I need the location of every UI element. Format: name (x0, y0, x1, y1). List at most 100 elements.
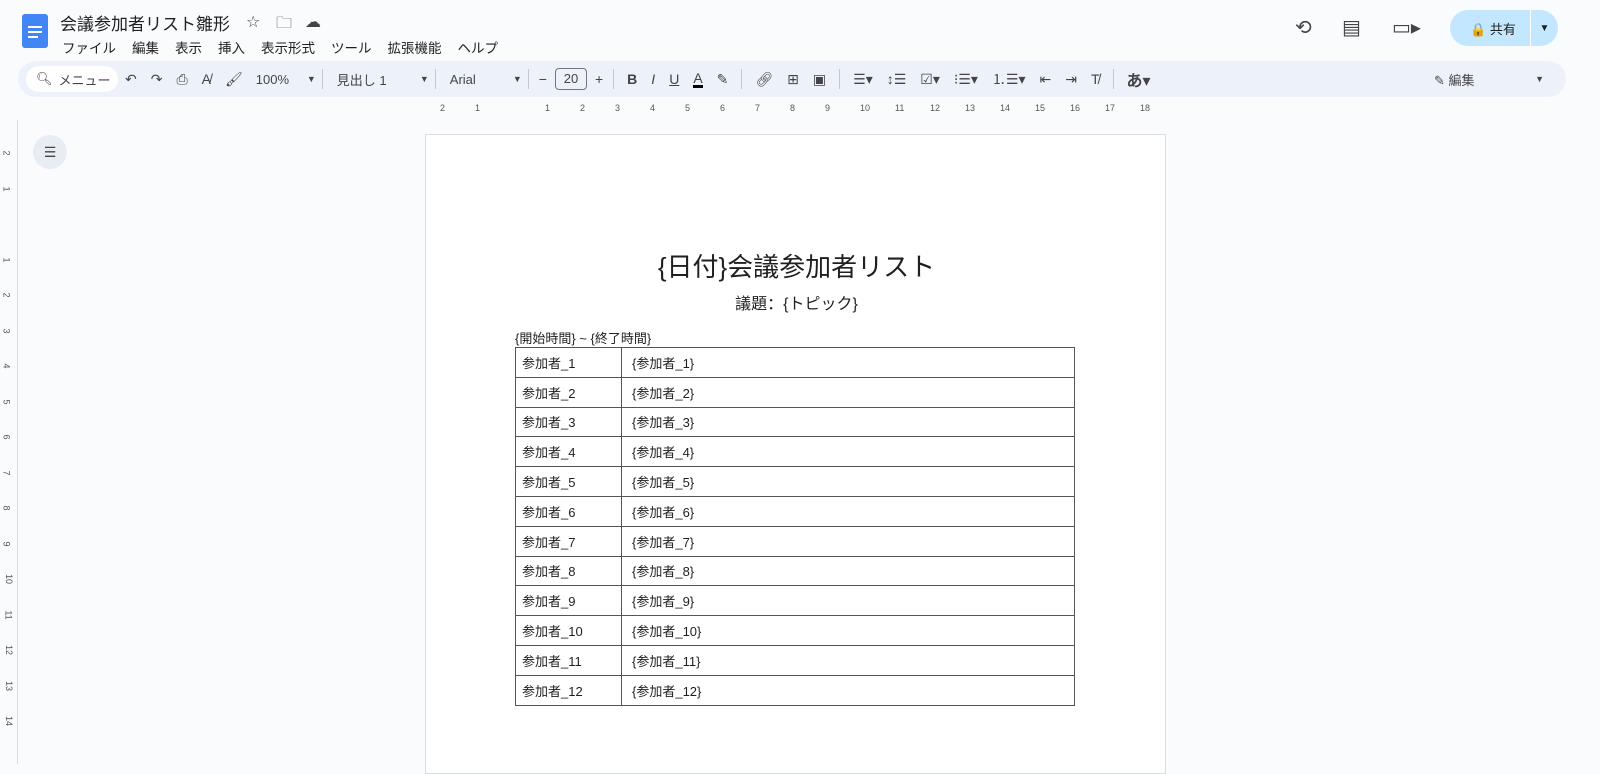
bold-icon[interactable]: B (627, 71, 637, 87)
mode-select[interactable]: ✎ 編集 ▼ (1434, 70, 1544, 89)
font-select[interactable]: Arial ▼ (442, 72, 522, 87)
print-icon[interactable]: ⎙ (176, 71, 187, 88)
participant-label-cell[interactable]: 参加者_1 (515, 347, 622, 378)
highlight-icon[interactable]: ✎ (717, 71, 729, 88)
bullet-list-icon[interactable]: ⁝☰▾ (954, 71, 978, 88)
decrease-font-icon[interactable]: − (539, 71, 547, 87)
insert-image-icon[interactable]: ▣ (813, 71, 826, 88)
underline-icon[interactable]: U (669, 71, 679, 87)
style-select[interactable]: 見出し 1 ▼ (329, 70, 429, 89)
ruler-tick: 14 (1000, 103, 1011, 113)
ruler-tick: 18 (1140, 103, 1151, 113)
align-icon[interactable]: ☰▾ (853, 71, 873, 88)
redo-icon[interactable]: ↷ (151, 71, 163, 88)
participant-table: 参加者_1 {参加者_1} 参加者_2 {参加者_2} 参加者_3 {参加者_3} 参加者_… (515, 347, 1075, 706)
ruler-tick: 6 (720, 103, 726, 113)
participant-value-cell[interactable]: {参加者_1} (621, 347, 1075, 378)
time-range: {開始時間} ~ {終了時間} (515, 331, 652, 346)
zoom-select[interactable]: 100% ▼ (256, 72, 316, 87)
ruler-tick: 8 (790, 103, 796, 113)
menu-item[interactable]: ヘルプ (458, 37, 499, 57)
menu-item[interactable]: 拡張機能 (388, 37, 442, 57)
participant-label-cell[interactable]: 参加者_7 (515, 525, 622, 557)
participant-value-cell[interactable]: {参加者_12} (621, 674, 1075, 706)
comments-icon[interactable]: ▤ (1342, 15, 1361, 40)
font-value: Arial (449, 71, 476, 87)
search-icon: 🔍︎ (36, 71, 53, 86)
participant-value-cell[interactable]: {参加者_8} (621, 555, 1075, 587)
menu-item[interactable]: 挿入 (218, 37, 245, 57)
ruler-tick: 17 (1105, 103, 1116, 113)
participant-label-cell[interactable]: 参加者_4 (515, 436, 622, 468)
vertical-ruler[interactable]: 2 1 1 2 3 4 5 6 7 8 9 10 11 12 13 14 (0, 120, 18, 764)
participant-value-cell[interactable]: {参加者_7} (621, 525, 1075, 557)
numbered-list-icon[interactable]: ⒈☰▾ (992, 69, 1026, 89)
meet-icon[interactable]: ▭▸ (1392, 15, 1421, 40)
decrease-indent-icon[interactable]: ⇤ (1039, 71, 1051, 88)
history-icon[interactable]: ⟲ (1295, 15, 1312, 40)
document-title[interactable]: 会議参加者リスト雛形 (60, 10, 230, 35)
participant-value-cell[interactable]: {参加者_4} (621, 436, 1075, 468)
ruler-tick: 10 (4, 573, 15, 585)
table-row: 参加者_3 {参加者_3} (515, 406, 1075, 438)
link-icon[interactable]: 🔗︎ (755, 71, 773, 88)
ruler-tick: 1 (545, 103, 551, 113)
clear-formatting-icon[interactable]: T̸ (1091, 71, 1100, 87)
participant-value-cell[interactable]: {参加者_9} (621, 585, 1075, 617)
menu-item[interactable]: ツール (331, 37, 372, 57)
line-spacing-icon[interactable]: ↕☰ (887, 71, 907, 88)
participant-label-cell[interactable]: 参加者_8 (515, 555, 622, 587)
document-page[interactable]: {日付}会議参加者リスト 議題：{トピック} {開始時間} ~ {終了時間} 参… (425, 134, 1166, 774)
ruler-tick: 3 (615, 103, 621, 113)
participant-label-cell[interactable]: 参加者_9 (515, 585, 622, 617)
participant-label-cell[interactable]: 参加者_6 (515, 495, 622, 527)
spellcheck-icon[interactable]: A̸ (202, 71, 211, 87)
menu-item[interactable]: 表示形式 (261, 37, 315, 57)
ruler-tick: 11 (3, 609, 14, 620)
share-label: 共有 (1489, 21, 1516, 37)
menu-item[interactable]: 編集 (132, 37, 159, 57)
menu-item[interactable]: ファイル (62, 37, 116, 57)
ruler-tick: 6 (1, 434, 12, 440)
share-dropdown-icon[interactable]: ▼ (1530, 10, 1558, 46)
participant-value-cell[interactable]: {参加者_11} (621, 644, 1075, 676)
participant-label-cell[interactable]: 参加者_5 (515, 466, 622, 497)
share-button[interactable]: 🔒 共有 ▼ (1450, 10, 1558, 46)
table-row: 参加者_2 {参加者_2} (515, 376, 1075, 408)
ruler-tick: 15 (1035, 103, 1046, 113)
participant-label-cell[interactable]: 参加者_11 (515, 644, 622, 676)
docs-logo-icon[interactable] (22, 14, 48, 48)
ruler-tick: 7 (755, 103, 761, 113)
input-tools-button[interactable]: あ▾ (1127, 67, 1151, 91)
table-row: 参加者_10 {参加者_10} (515, 615, 1075, 646)
participant-value-cell[interactable]: {参加者_2} (621, 376, 1075, 408)
participant-label-cell[interactable]: 参加者_2 (515, 376, 622, 408)
menu-item[interactable]: 表示 (175, 37, 202, 57)
outline-toggle-icon[interactable]: ☰ (33, 135, 67, 169)
participant-label-cell[interactable]: 参加者_3 (515, 406, 622, 438)
increase-font-icon[interactable]: + (595, 71, 603, 87)
horizontal-ruler[interactable]: 2 1 1 2 3 4 5 6 7 8 9 10 11 12 13 14 15 16 17 18 (425, 103, 1165, 119)
cloud-saved-icon[interactable]: ☁ (305, 12, 321, 32)
move-folder-icon[interactable]: 🗀 (276, 12, 292, 39)
increase-indent-icon[interactable]: ⇥ (1065, 71, 1077, 88)
ruler-tick: 12 (4, 644, 15, 656)
italic-icon[interactable]: I (651, 71, 655, 87)
participant-value-cell[interactable]: {参加者_6} (621, 495, 1075, 527)
add-comment-icon[interactable]: ⊞ (787, 71, 799, 88)
text-color-icon[interactable]: A (693, 71, 703, 88)
participant-label-cell[interactable]: 参加者_12 (515, 674, 622, 706)
participant-value-cell[interactable]: {参加者_10} (621, 615, 1075, 646)
table-row: 参加者_12 {参加者_12} (515, 674, 1075, 706)
participant-label-cell[interactable]: 参加者_10 (515, 615, 622, 646)
menu-bar: ファイル 編集 表示 挿入 表示形式 ツール 拡張機能 ヘルプ (62, 37, 498, 57)
undo-icon[interactable]: ↶ (125, 71, 137, 88)
participant-value-cell[interactable]: {参加者_5} (621, 466, 1075, 497)
paint-format-icon[interactable]: 🖌︎ (225, 71, 243, 88)
star-icon[interactable]: ☆ (246, 12, 260, 32)
checklist-icon[interactable]: ☑▾ (920, 71, 940, 88)
participant-value-cell[interactable]: {参加者_3} (621, 406, 1075, 438)
font-size-input[interactable]: 20 (554, 68, 587, 90)
ruler-tick: 2 (1, 150, 12, 156)
menu-search[interactable]: 🔍︎ メニュー (26, 66, 118, 92)
